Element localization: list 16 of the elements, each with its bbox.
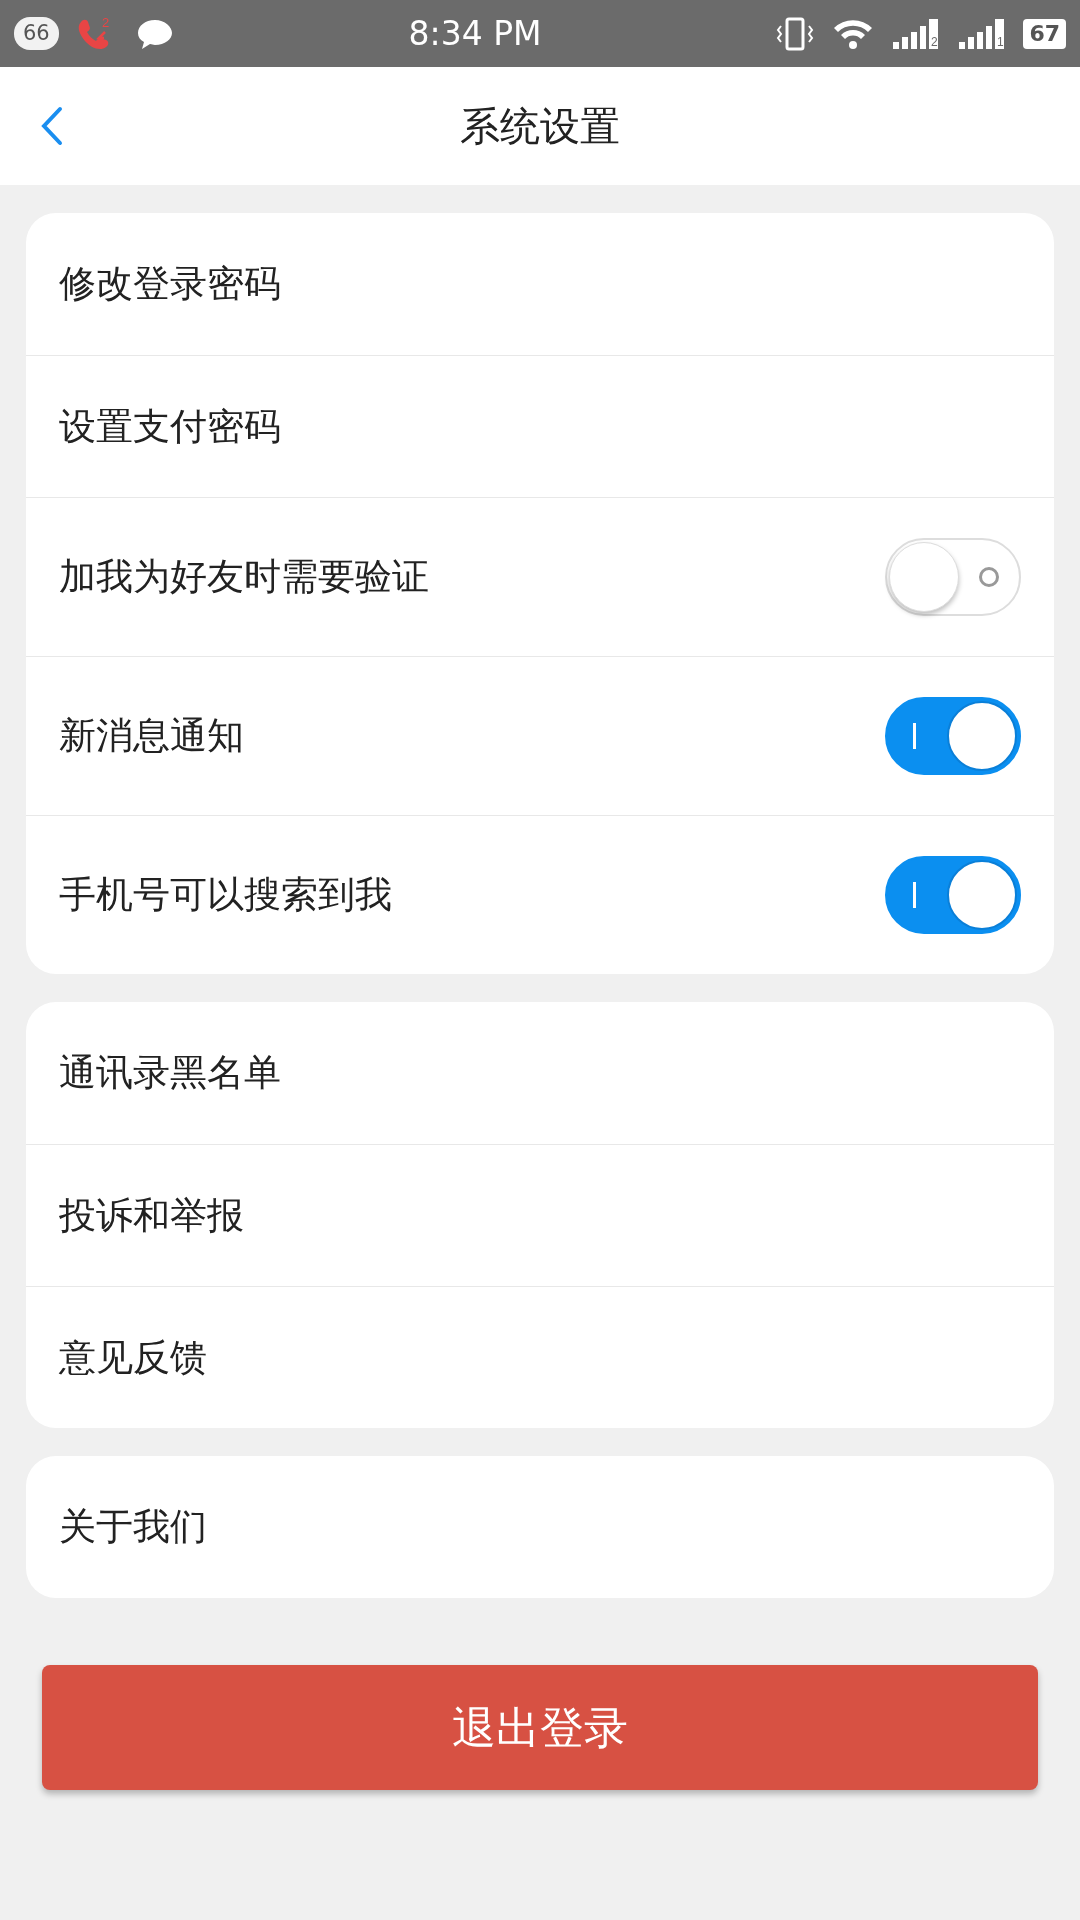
menu-item[interactable]: 投诉和举报 (59, 1187, 244, 1244)
menu-item[interactable]: 修改登录密码 (59, 256, 281, 312)
logout-button[interactable]: 退出登录 (42, 1665, 1038, 1790)
status-time: 8:34 PM (408, 13, 542, 53)
back-icon (40, 105, 64, 147)
menu-item[interactable]: 意见反馈 (59, 1329, 207, 1386)
setting-label: 加我为好友时需要验证 (59, 554, 429, 601)
page-title: 系统设置 (460, 102, 620, 151)
notification-count: 66 (14, 16, 59, 51)
battery-icon: 67 (1023, 18, 1066, 49)
setting-label: 新消息通知 (59, 713, 244, 760)
menu-item[interactable]: 关于我们 (59, 1499, 207, 1555)
menu-item[interactable]: 设置支付密码 (59, 398, 281, 455)
setting-label: 手机号可以搜索到我 (59, 872, 392, 919)
back-button[interactable] (40, 105, 64, 147)
menu-item[interactable]: 通讯录黑名单 (59, 1045, 281, 1101)
